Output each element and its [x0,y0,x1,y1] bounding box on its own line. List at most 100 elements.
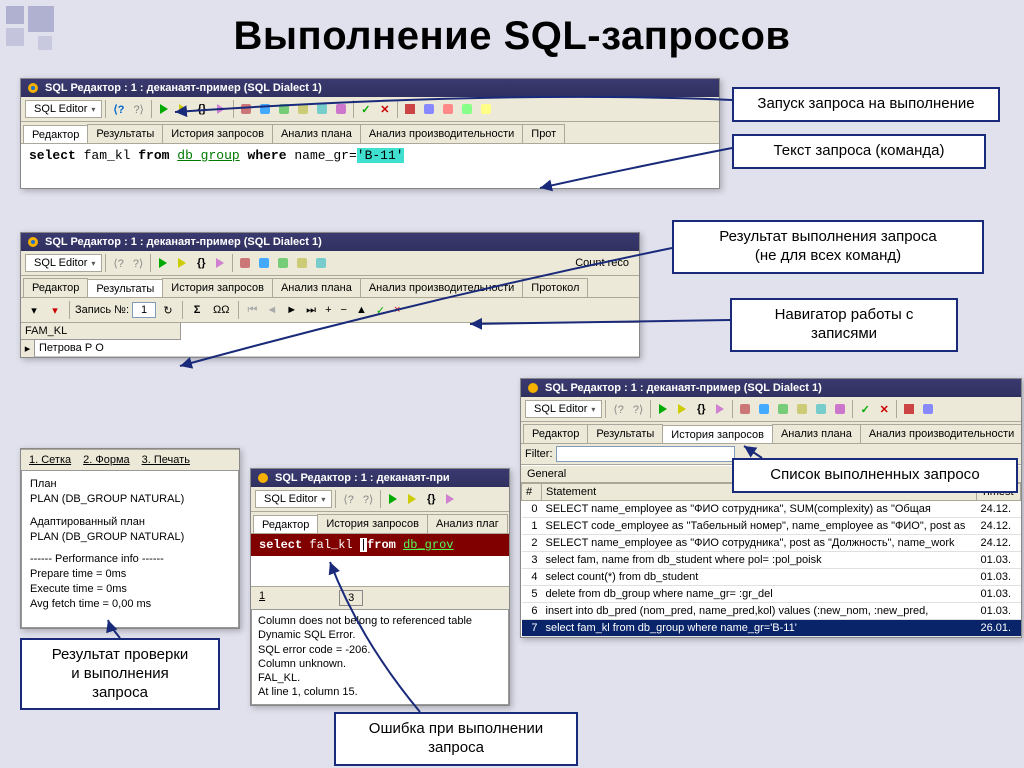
braces-button[interactable]: {} [692,399,710,419]
nav-cancel[interactable]: × [391,304,403,316]
history-row[interactable]: 6insert into db_pred (nom_pred, name_pre… [522,603,1021,620]
commit-button[interactable]: ✓ [357,99,375,119]
misc5-button[interactable] [477,99,495,119]
tab-editor[interactable]: Редактор [23,125,88,144]
tab-plan[interactable]: Анализ плаг [427,514,508,533]
tab-perf[interactable]: Анализ производительности [360,124,523,143]
run-button[interactable] [384,489,402,509]
misc-button[interactable] [831,399,849,419]
tab-history[interactable]: История запросов [162,278,273,297]
run-selection-button[interactable] [711,399,729,419]
tab-history[interactable]: История запросов [317,514,428,533]
sql-editor-dropdown[interactable]: SQL Editor [255,490,332,508]
record-input[interactable] [132,302,156,318]
run-button[interactable] [154,253,172,273]
misc-button[interactable] [236,253,254,273]
nav-last[interactable]: ⏭ [303,304,319,317]
nav-first[interactable]: ⏮ [244,304,260,317]
tab-results[interactable]: Результаты [87,124,163,143]
run-selection-button[interactable] [211,253,229,273]
nav-add[interactable]: + [322,304,334,316]
run-selection-button[interactable] [212,99,230,119]
braces-button[interactable]: {} [193,99,211,119]
tab-plan[interactable]: Анализ плана [272,278,361,297]
sql-editor[interactable]: select fam_kl from db_group where name_g… [21,144,719,188]
nav-del[interactable]: − [338,304,350,316]
help-button[interactable]: ⟨? [109,99,128,119]
misc-button[interactable] [755,399,773,419]
commit-button[interactable]: ✓ [856,399,874,419]
history-row[interactable]: 1SELECT code_employee as "Табельный номе… [522,518,1021,535]
titlebar[interactable]: SQL Редактор : 1 : деканаят-пример (SQL … [21,233,639,251]
sql-editor-dropdown[interactable]: SQL Editor [525,400,602,418]
tab-perf[interactable]: Анализ производительности [360,278,523,297]
filter-input[interactable] [556,446,735,462]
export-button[interactable] [313,99,331,119]
run-alt-button[interactable] [673,399,691,419]
misc1-button[interactable] [401,99,419,119]
new-button[interactable] [237,99,255,119]
column-header[interactable]: FAM_KL [21,323,181,340]
braces-button[interactable]: {} [192,253,210,273]
sum-icon[interactable]: Σ [188,300,206,320]
tab-results[interactable]: Результаты [87,279,163,298]
nav-next[interactable]: ► [283,304,300,316]
sql-editor-dropdown[interactable]: SQL Editor [25,254,102,272]
run-button[interactable] [155,99,173,119]
refresh-icon[interactable]: ↻ [159,300,177,320]
misc-button[interactable] [274,253,292,273]
run-alt-button[interactable] [174,99,192,119]
page1-tab[interactable]: 1 [259,590,265,606]
nav-edit[interactable]: ▲ [353,304,370,316]
tab-results[interactable]: Результаты [587,424,663,443]
copy-button[interactable] [275,99,293,119]
help-button[interactable]: ⟨? [109,253,127,273]
run-alt-button[interactable] [173,253,191,273]
filter-icon[interactable]: ▾ [25,300,43,320]
cell-value[interactable]: Петрова Р О [35,340,639,357]
titlebar[interactable]: SQL Редактор : 1 : деканаят-пример (SQL … [521,379,1021,397]
col-num[interactable]: # [522,484,542,501]
misc-button[interactable] [812,399,830,419]
help-button[interactable]: ⟨? [609,399,627,419]
history-row[interactable]: 5delete from db_group where name_gr= :gr… [522,586,1021,603]
misc-button[interactable] [736,399,754,419]
run-button[interactable] [654,399,672,419]
misc-button[interactable] [774,399,792,419]
titlebar[interactable]: SQL Редактор : 1 : деканаят-пример (SQL … [21,79,719,97]
misc-button[interactable] [793,399,811,419]
plan-button[interactable] [332,99,350,119]
sql-error-line[interactable]: select fal_kl |from db_grov [251,534,509,556]
tab-protocol[interactable]: Прот [522,124,565,143]
help2-button[interactable]: ?⟩ [629,399,647,419]
run-alt-button[interactable] [403,489,421,509]
braces-button[interactable]: {} [422,489,440,509]
tab-print[interactable]: 3. Печать [142,454,190,466]
help2-button[interactable]: ?⟩ [129,253,147,273]
tab-protocol[interactable]: Протокол [522,278,588,297]
help-button[interactable]: ⟨? [339,489,357,509]
tab-form[interactable]: 2. Форма [83,454,130,466]
run-selection-button[interactable] [441,489,459,509]
tab-plan[interactable]: Анализ плана [272,124,361,143]
misc-button[interactable] [255,253,273,273]
nav-prev[interactable]: ◄ [263,304,280,316]
filter-clear-icon[interactable]: ▾ [46,300,64,320]
grid-button[interactable] [256,99,274,119]
omega-icon[interactable]: ΩΩ [209,300,233,320]
tab-plan[interactable]: Анализ плана [772,424,861,443]
misc2-button[interactable] [420,99,438,119]
help2-button[interactable]: ?⟩ [359,489,377,509]
page3-tab[interactable]: 3 [339,590,363,606]
misc3-button[interactable] [439,99,457,119]
misc-button[interactable] [312,253,330,273]
misc-button[interactable] [900,399,918,419]
titlebar[interactable]: SQL Редактор : 1 : деканаят-при [251,469,509,487]
rollback-button[interactable]: ✕ [875,399,893,419]
nav-commit[interactable]: ✓ [373,304,388,317]
tab-history[interactable]: История запросов [662,425,773,444]
history-row[interactable]: 2SELECT name_employee as "ФИО сотрудника… [522,535,1021,552]
tab-perf[interactable]: Анализ производительности [860,424,1021,443]
tab-editor[interactable]: Редактор [253,515,318,534]
history-row[interactable]: 3select fam, name from db_student where … [522,552,1021,569]
